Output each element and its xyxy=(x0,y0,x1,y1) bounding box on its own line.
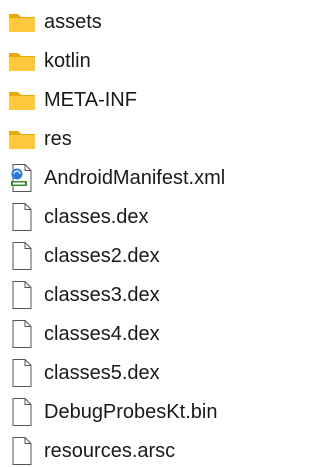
folder-icon xyxy=(8,123,40,155)
generic-file-icon xyxy=(8,396,40,428)
folder-icon xyxy=(8,84,40,116)
file-item[interactable]: classes3.dex xyxy=(8,279,160,311)
folder-item[interactable]: res xyxy=(8,123,72,155)
file-name: classes.dex xyxy=(44,206,149,228)
file-item[interactable]: AndroidManifest.xml xyxy=(8,162,225,194)
file-name: assets xyxy=(44,11,102,33)
file-item[interactable]: classes5.dex xyxy=(8,357,160,389)
file-name: META-INF xyxy=(44,89,137,111)
folder-icon xyxy=(8,45,40,77)
file-name: DebugProbesKt.bin xyxy=(44,401,218,423)
file-item[interactable]: classes.dex xyxy=(8,201,149,233)
generic-file-icon xyxy=(8,435,40,467)
folder-item[interactable]: kotlin xyxy=(8,45,91,77)
folder-icon xyxy=(8,6,40,38)
xml-file-icon xyxy=(8,162,40,194)
file-name: res xyxy=(44,128,72,150)
file-item[interactable]: resources.arsc xyxy=(8,435,175,467)
generic-file-icon xyxy=(8,279,40,311)
generic-file-icon xyxy=(8,240,40,272)
file-name: classes3.dex xyxy=(44,284,160,306)
file-name: AndroidManifest.xml xyxy=(44,167,226,189)
generic-file-icon xyxy=(8,201,40,233)
file-item[interactable]: classes2.dex xyxy=(8,240,160,272)
file-name: kotlin xyxy=(44,50,91,72)
file-name: classes5.dex xyxy=(44,362,160,384)
file-list: assets kotlin META-INF res AndroidManife… xyxy=(0,0,270,465)
file-item[interactable]: DebugProbesKt.bin xyxy=(8,396,217,428)
file-item[interactable]: classes4.dex xyxy=(8,318,160,350)
folder-item[interactable]: META-INF xyxy=(8,84,137,116)
file-name: classes2.dex xyxy=(44,245,160,267)
file-name: resources.arsc xyxy=(44,440,176,462)
file-name: classes4.dex xyxy=(44,323,160,345)
generic-file-icon xyxy=(8,318,40,350)
generic-file-icon xyxy=(8,357,40,389)
folder-item[interactable]: assets xyxy=(8,6,102,38)
